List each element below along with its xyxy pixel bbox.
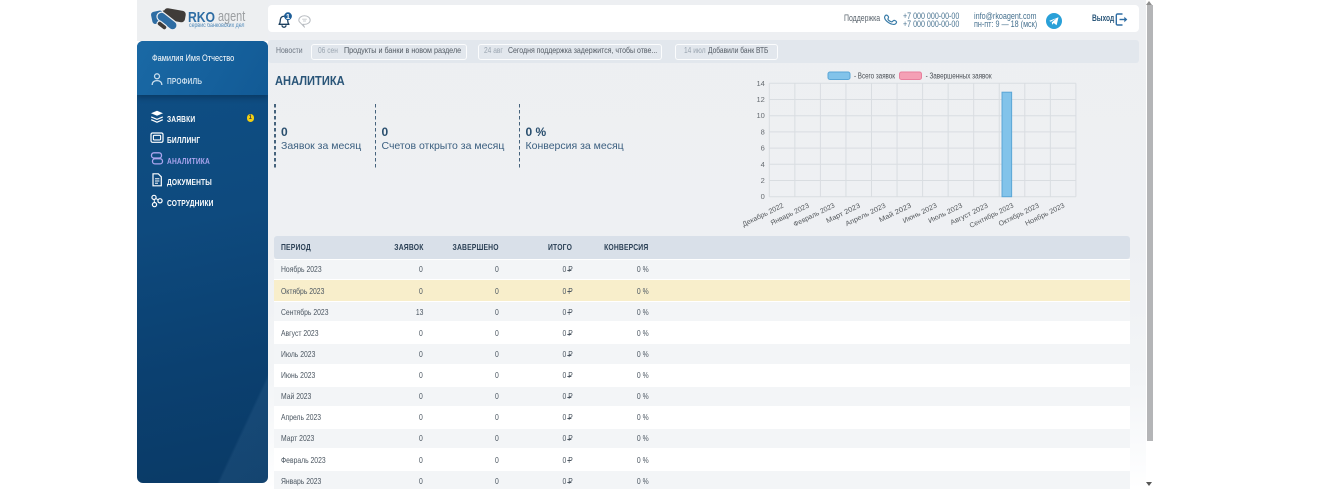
svg-text:Сентябрь 2023: Сентябрь 2023 [968, 202, 1015, 230]
svg-text:8: 8 [761, 127, 765, 136]
svg-text:Декабрь 2022: Декабрь 2022 [741, 202, 785, 229]
svg-text:1: 1 [286, 12, 290, 21]
svg-text:6: 6 [761, 144, 765, 153]
svg-text:4: 4 [761, 160, 765, 169]
svg-text:- Всего заявок: - Всего заявок [854, 72, 895, 81]
svg-text:14: 14 [756, 79, 764, 88]
svg-text:0: 0 [761, 192, 765, 201]
svg-text:12: 12 [756, 95, 764, 104]
svg-text:10: 10 [756, 111, 764, 120]
svg-text:2: 2 [761, 176, 765, 185]
svg-text:- Завершенных заявок: - Завершенных заявок [926, 72, 992, 81]
